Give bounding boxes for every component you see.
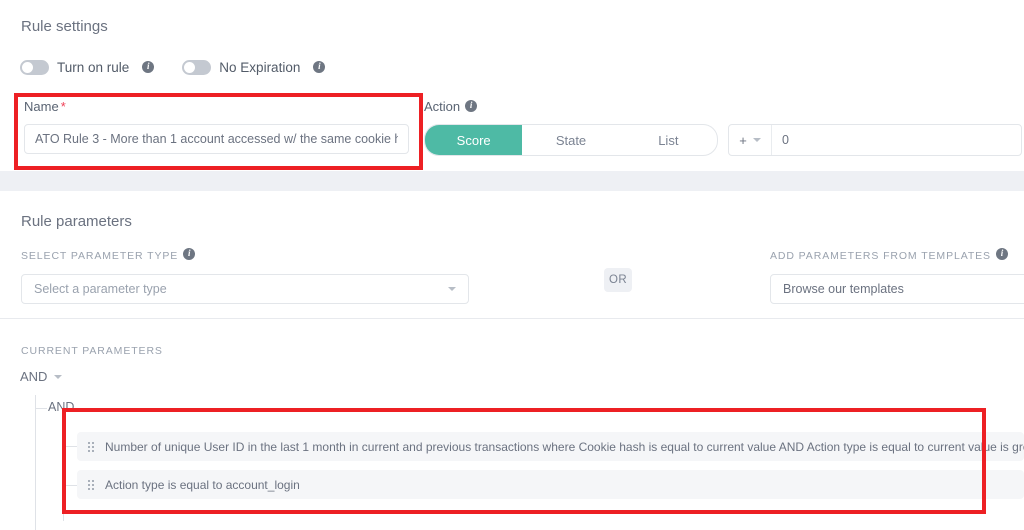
- action-type-segmented-control[interactable]: Score State List: [424, 124, 718, 156]
- parameter-text: Number of unique User ID in the last 1 m…: [105, 440, 1024, 454]
- chevron-down-icon: [448, 287, 456, 291]
- select-parameter-type-group: Select parameter type i Select a paramete…: [21, 246, 469, 304]
- score-value-input[interactable]: [772, 125, 1021, 155]
- name-field-label: Name: [24, 99, 59, 114]
- info-icon[interactable]: i: [142, 61, 154, 73]
- parameter-list: Number of unique User ID in the last 1 m…: [77, 432, 1024, 508]
- list-item[interactable]: Action type is equal to account_login: [77, 470, 1024, 499]
- toggle-label-turn-on-rule: Turn on rule: [57, 60, 129, 75]
- chevron-down-icon: [54, 375, 62, 379]
- rule-settings-title: Rule settings: [21, 18, 108, 35]
- rule-parameters-title: Rule parameters: [21, 213, 132, 230]
- info-icon[interactable]: i: [465, 100, 477, 112]
- root-operator-label: AND: [20, 369, 47, 384]
- drag-handle-icon[interactable]: [88, 480, 94, 490]
- root-operator-dropdown[interactable]: AND: [20, 369, 62, 384]
- toggle-switch-turn-on-rule[interactable]: [20, 60, 49, 75]
- current-parameters-section: Current parameters AND AND Number of uni…: [0, 319, 1024, 530]
- info-icon[interactable]: i: [996, 248, 1008, 260]
- parameter-type-select[interactable]: Select a parameter type: [21, 274, 469, 304]
- parameter-type-value: Select a parameter type: [34, 282, 167, 296]
- tree-connector-stub: [64, 446, 77, 447]
- toggle-turn-on-rule[interactable]: Turn on rule i: [20, 60, 154, 75]
- section-band-divider: [0, 171, 1024, 191]
- chevron-down-icon: [753, 138, 761, 142]
- rule-settings-section: Rule settings Turn on rule i No Expirati…: [0, 0, 1024, 171]
- action-field-group: Actioni Score State List +: [424, 98, 1022, 156]
- rule-name-input[interactable]: [24, 124, 409, 154]
- templates-group: Add parameters from templates i: [770, 246, 1024, 304]
- nested-operator-label: AND: [48, 400, 74, 414]
- toggle-no-expiration[interactable]: No Expiration i: [182, 60, 325, 75]
- info-icon[interactable]: i: [183, 248, 195, 260]
- toggles-row: Turn on rule i No Expiration i: [20, 60, 325, 75]
- drag-handle-icon[interactable]: [88, 442, 94, 452]
- parameter-text: Action type is equal to account_login: [105, 478, 300, 492]
- or-divider-chip: OR: [604, 268, 632, 292]
- select-parameter-type-label: Select parameter type: [21, 250, 178, 262]
- toggle-switch-no-expiration[interactable]: [182, 60, 211, 75]
- segment-score[interactable]: Score: [425, 125, 522, 155]
- segment-state[interactable]: State: [522, 125, 619, 155]
- segment-list[interactable]: List: [620, 125, 717, 155]
- current-parameters-label: Current parameters: [21, 345, 163, 357]
- toggle-label-no-expiration: No Expiration: [219, 60, 300, 75]
- list-item[interactable]: Number of unique User ID in the last 1 m…: [77, 432, 1024, 461]
- tree-connector-nested: [63, 416, 64, 521]
- rule-parameters-section: Rule parameters Select parameter type i S…: [0, 191, 1024, 318]
- tree-connector-stub: [36, 408, 47, 409]
- required-marker: *: [61, 99, 66, 114]
- score-operator-value-group: +: [728, 124, 1022, 156]
- info-icon[interactable]: i: [313, 61, 325, 73]
- name-field-group: Name*: [24, 98, 409, 154]
- action-controls: Score State List +: [424, 124, 1022, 156]
- tree-connector-stub: [64, 485, 77, 486]
- operator-dropdown[interactable]: +: [729, 125, 772, 155]
- templates-label: Add parameters from templates: [770, 250, 991, 262]
- tree-connector-root: [35, 395, 36, 530]
- browse-templates-input[interactable]: [770, 274, 1024, 304]
- operator-value: +: [739, 133, 747, 148]
- action-field-label: Action: [424, 99, 460, 114]
